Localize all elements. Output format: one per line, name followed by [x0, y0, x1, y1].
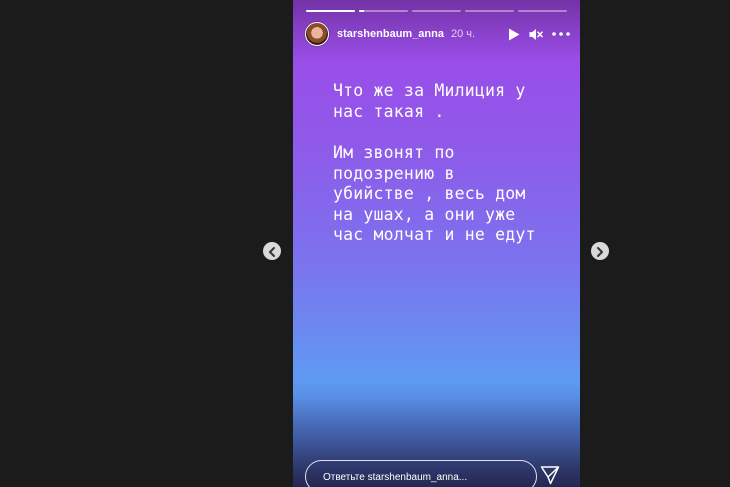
next-story-button[interactable]	[591, 242, 609, 260]
story-progress-bar	[306, 10, 567, 12]
progress-segment	[359, 10, 408, 12]
caption-line: на ушах, а они уже	[333, 204, 516, 224]
timestamp: 20 ч.	[450, 28, 476, 40]
caption-line: нас такая .	[333, 101, 445, 121]
reply-input[interactable]: Ответьте starshenbaum_anna...	[305, 460, 537, 487]
chevron-left-icon	[268, 242, 276, 261]
story-controls	[507, 27, 571, 41]
play-icon[interactable]	[507, 27, 521, 41]
caption-line: подозрению в	[333, 163, 455, 183]
caption-line: Что же за Милиция у	[333, 81, 526, 100]
caption-paragraph: Что же за Милиция у нас такая .	[333, 81, 558, 122]
story-caption: Что же за Милиция у нас такая . Им звоня…	[333, 81, 558, 246]
progress-segment	[412, 10, 461, 12]
caption-line: убийстве , весь дом	[333, 184, 526, 203]
story-viewer[interactable]: starshenbaum_anna 20 ч. Что же за Милици…	[293, 0, 580, 487]
caption-line: час молчат и не едут	[333, 225, 536, 244]
username[interactable]: starshenbaum_anna	[337, 28, 444, 40]
progress-segment	[465, 10, 514, 12]
progress-fill	[359, 10, 364, 12]
previous-story-button[interactable]	[263, 242, 281, 260]
progress-segment	[306, 10, 355, 12]
progress-segment	[518, 10, 567, 12]
caption-paragraph: Им звонят по подозрению в убийстве , вес…	[333, 143, 558, 246]
progress-fill	[306, 10, 355, 12]
avatar[interactable]	[305, 22, 329, 46]
more-horizontal-icon[interactable]	[551, 27, 571, 41]
speaker-muted-icon[interactable]	[529, 27, 543, 41]
paper-plane-icon[interactable]	[540, 465, 560, 485]
story-header: starshenbaum_anna 20 ч.	[305, 21, 571, 47]
chevron-right-icon	[596, 242, 604, 261]
caption-line: Им звонят по	[333, 143, 455, 162]
